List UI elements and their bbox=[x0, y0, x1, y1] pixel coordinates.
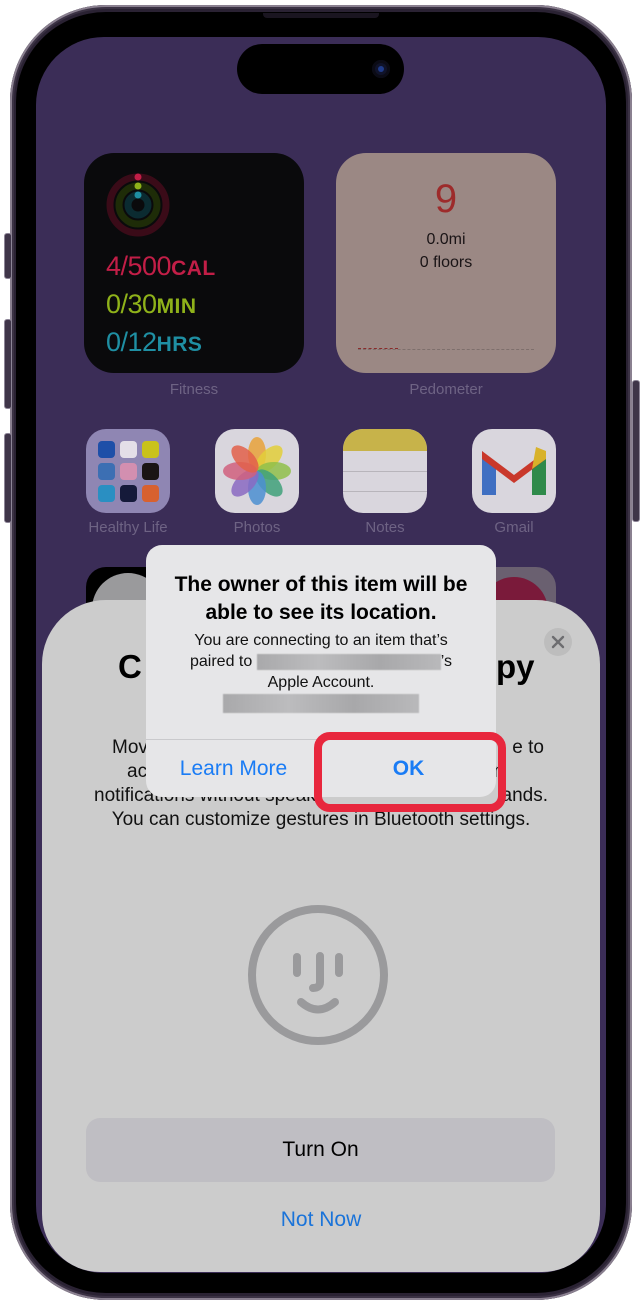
body-fragment: e to bbox=[512, 737, 544, 758]
paired-to-text: paired to bbox=[190, 653, 253, 670]
earpiece-speaker bbox=[263, 13, 379, 18]
volume-down-button bbox=[4, 433, 12, 523]
exercise-stat: 0/30MIN bbox=[106, 289, 197, 320]
app-photos[interactable] bbox=[215, 429, 299, 513]
fitness-widget[interactable]: 4/500CAL 0/30MIN 0/12HRS bbox=[84, 153, 304, 373]
alert-message-line: You are connecting to an item that’s bbox=[194, 632, 448, 649]
fitness-widget-label: Fitness bbox=[169, 381, 219, 398]
exercise-unit: MIN bbox=[156, 295, 197, 318]
alert-message: You are connecting to an item that’s pai… bbox=[160, 630, 482, 714]
pedometer-widget[interactable]: 9 0.0mi 0 floors bbox=[336, 153, 556, 373]
body-fragment: Mov bbox=[112, 737, 148, 758]
sheet-title-start: C bbox=[118, 648, 142, 685]
action-button bbox=[4, 233, 12, 279]
alert-message-line: Apple Account. bbox=[267, 674, 375, 691]
body-fragment: You can customize gestures in Bluetooth … bbox=[111, 809, 531, 830]
learn-more-button[interactable]: Learn More bbox=[146, 740, 321, 797]
sheet-title-end: py bbox=[496, 648, 535, 685]
gmail-icon bbox=[482, 447, 546, 495]
turn-on-button[interactable]: Turn On bbox=[86, 1118, 555, 1182]
app-label: Gmail bbox=[494, 519, 534, 536]
body-fragment: ac bbox=[127, 761, 148, 782]
power-button bbox=[632, 380, 640, 522]
stand-value: 0/12 bbox=[106, 327, 157, 357]
step-count: 9 bbox=[434, 177, 458, 221]
stand-unit: HRS bbox=[156, 333, 203, 356]
pedometer-widget-label: Pedometer bbox=[409, 381, 483, 398]
front-camera-icon bbox=[372, 60, 390, 78]
volume-up-button bbox=[4, 319, 12, 409]
stand-stat: 0/12HRS bbox=[106, 327, 202, 358]
body-line: You can customize gestures in Bluetooth … bbox=[72, 808, 570, 832]
move-value: 4/500 bbox=[106, 251, 172, 281]
alert-message-line bbox=[160, 693, 482, 714]
app-label: Photos bbox=[233, 519, 281, 536]
app-label: Healthy Life bbox=[88, 519, 168, 536]
move-unit: CAL bbox=[171, 257, 216, 280]
redacted-name bbox=[256, 653, 441, 670]
activity-rings-icon bbox=[106, 173, 170, 237]
app-gmail[interactable] bbox=[472, 429, 556, 513]
move-stat: 4/500CAL bbox=[106, 251, 216, 282]
head-gesture-face-icon bbox=[248, 905, 388, 1045]
dynamic-island bbox=[237, 44, 404, 94]
distance: 0.0mi bbox=[426, 231, 466, 248]
redacted-email bbox=[223, 694, 419, 714]
exercise-value: 0/30 bbox=[106, 289, 157, 319]
app-healthy-life-folder[interactable] bbox=[86, 429, 170, 513]
app-notes[interactable] bbox=[343, 429, 427, 513]
photos-icon bbox=[223, 437, 291, 505]
alert-message-line: paired to ’s bbox=[160, 651, 482, 672]
alert-title: The owner of this item will be able to s… bbox=[174, 573, 468, 624]
floors: 0 floors bbox=[419, 254, 473, 271]
not-now-button[interactable]: Not Now bbox=[42, 1208, 600, 1232]
close-button[interactable] bbox=[544, 628, 572, 656]
possessive-text: ’s bbox=[440, 653, 452, 670]
app-label: Notes bbox=[365, 519, 405, 536]
step-history-bar bbox=[358, 348, 534, 351]
ok-button-highlight bbox=[314, 732, 506, 812]
body-fragment: ands. bbox=[501, 785, 548, 806]
close-icon bbox=[551, 635, 565, 649]
